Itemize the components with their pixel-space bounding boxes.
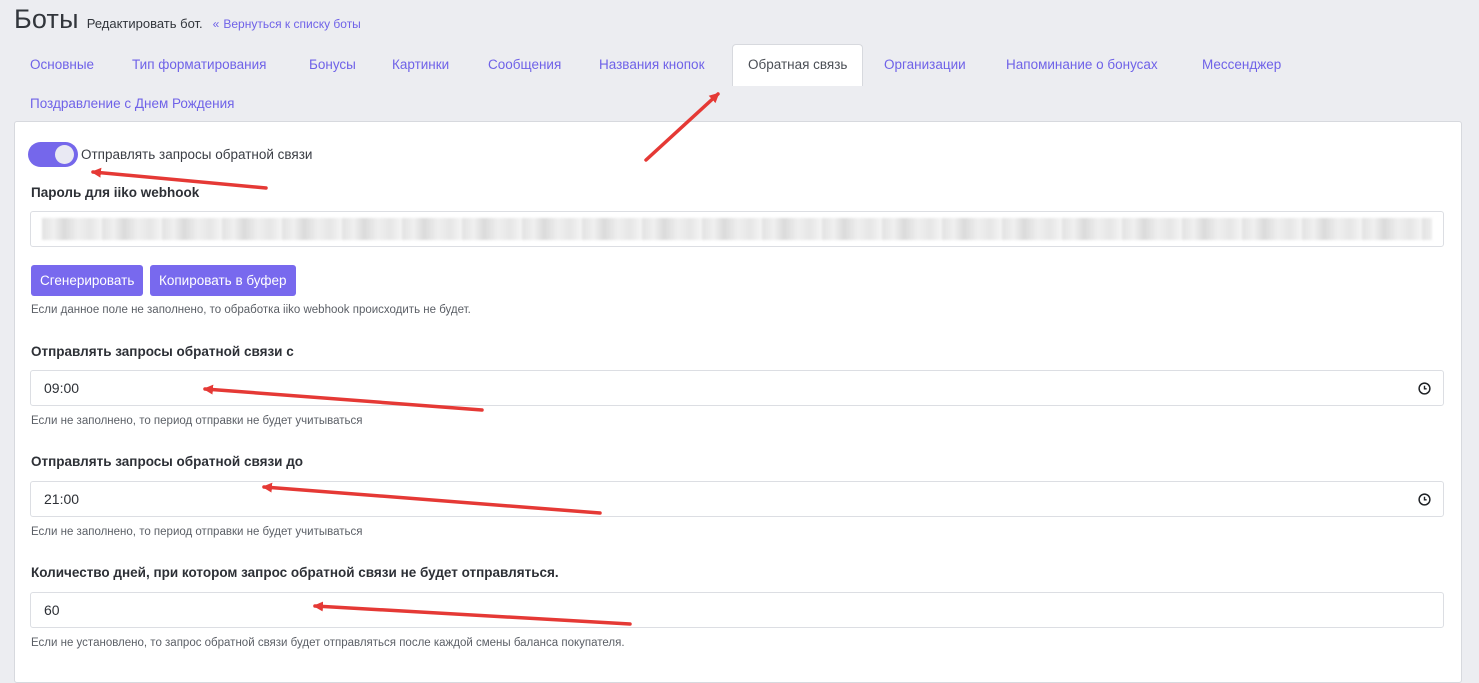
- send-until-value: 21:00: [44, 491, 80, 507]
- tab-formatting-type[interactable]: Тип форматирования: [132, 57, 266, 72]
- skip-days-value: 60: [44, 602, 60, 618]
- skip-days-label: Количество дней, при котором запрос обра…: [31, 565, 559, 580]
- feedback-toggle-switch[interactable]: [28, 142, 78, 167]
- tab-images[interactable]: Картинки: [392, 57, 449, 72]
- tab-organizations[interactable]: Организации: [884, 57, 966, 72]
- tab-bar: Основные Тип форматирования Бонусы Карти…: [14, 44, 1464, 122]
- send-from-time-input[interactable]: 09:00: [30, 370, 1444, 406]
- send-until-hint: Если не заполнено, то период отправки не…: [31, 526, 363, 538]
- back-to-list-link[interactable]: «Вернуться к списку боты: [213, 17, 361, 31]
- skip-days-hint: Если не установлено, то запрос обратной …: [31, 637, 625, 649]
- back-link-label: Вернуться к списку боты: [223, 17, 361, 31]
- tab-bonus-reminder[interactable]: Напоминание о бонусах: [1006, 57, 1158, 72]
- page-subtitle: Редактировать бот.: [86, 16, 203, 31]
- tab-messages[interactable]: Сообщения: [488, 57, 561, 72]
- tab-main[interactable]: Основные: [30, 57, 94, 72]
- tab-button-names[interactable]: Названия кнопок: [599, 57, 704, 72]
- copy-to-clipboard-button[interactable]: Копировать в буфер: [150, 265, 296, 296]
- clock-icon[interactable]: [1418, 382, 1431, 395]
- generate-button[interactable]: Сгенерировать: [31, 265, 144, 296]
- tab-messenger[interactable]: Мессенджер: [1202, 57, 1281, 72]
- feedback-toggle-label: Отправлять запросы обратной связи: [81, 147, 313, 162]
- tab-bonuses[interactable]: Бонусы: [309, 57, 356, 72]
- double-chevron-left-icon: «: [212, 17, 220, 31]
- feedback-settings-panel: Отправлять запросы обратной связи Пароль…: [14, 121, 1462, 683]
- clock-icon[interactable]: [1418, 493, 1431, 506]
- webhook-password-input[interactable]: [30, 211, 1444, 247]
- send-from-hint: Если не заполнено, то период отправки не…: [31, 415, 363, 427]
- tab-feedback[interactable]: Обратная связь: [732, 44, 864, 86]
- page-header: Боты Редактировать бот. «Вернуться к спи…: [14, 4, 361, 35]
- password-hint: Если данное поле не заполнено, то обрабо…: [31, 304, 471, 316]
- page-title: Боты: [14, 4, 79, 34]
- feedback-toggle-row: Отправлять запросы обратной связи: [28, 142, 312, 167]
- tab-birthday-greeting[interactable]: Поздравление с Днем Рождения: [30, 96, 234, 111]
- redacted-password-value: [42, 218, 1432, 240]
- webhook-password-label: Пароль для iiko webhook: [31, 185, 200, 200]
- send-until-label: Отправлять запросы обратной связи до: [31, 454, 304, 469]
- send-from-value: 09:00: [44, 380, 80, 396]
- send-from-label: Отправлять запросы обратной связи с: [31, 344, 294, 359]
- send-until-time-input[interactable]: 21:00: [30, 481, 1444, 517]
- toggle-knob: [55, 145, 74, 164]
- skip-days-input[interactable]: 60: [30, 592, 1444, 628]
